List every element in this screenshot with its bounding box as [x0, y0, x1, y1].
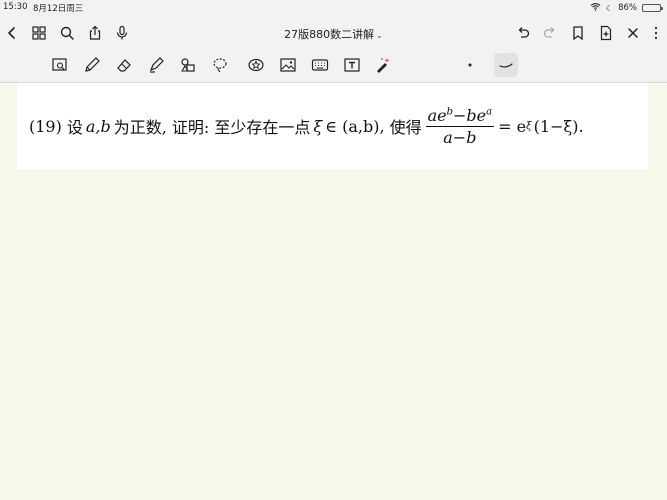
problem-fraction: aeb−bea a−b: [425, 105, 495, 147]
laser-pointer-icon[interactable]: [371, 53, 395, 77]
more-icon[interactable]: [645, 22, 667, 44]
lasso-icon[interactable]: [208, 53, 232, 77]
fraction-denominator: a−b: [443, 127, 477, 147]
problem-xi: ξ: [313, 116, 323, 136]
numerator-term-b: −be: [453, 105, 487, 125]
status-date: 8月12日周三: [33, 4, 84, 14]
add-page-icon[interactable]: [595, 22, 617, 44]
problem-rhs-exp: ξ: [526, 120, 532, 132]
eraser-icon[interactable]: [112, 53, 136, 77]
status-bar: 15:30 8月12日周三 ☾ 86%: [0, 0, 667, 14]
note-page[interactable]: (19) 设 a,b 为正数, 证明: 至少存在一点 ξ ∈ (a,b), 使得…: [17, 83, 648, 169]
problem-number: (19): [29, 116, 62, 136]
problem-vars: a,b: [85, 116, 111, 136]
problem-text-such-that: 使得: [389, 118, 422, 137]
highlighter-icon[interactable]: [144, 53, 168, 77]
undo-icon[interactable]: [512, 22, 534, 44]
status-time: 15:30: [3, 2, 28, 12]
problem-interval: ∈ (a,b),: [325, 116, 385, 136]
shapes-icon[interactable]: [176, 53, 200, 77]
document-title-text: 27版880数二讲解: [284, 28, 375, 41]
status-right: ☾ 86%: [590, 2, 663, 14]
nav-bar: 27版880数二讲解 ⌄: [0, 18, 667, 48]
battery-icon: [642, 4, 663, 12]
stroke-style-icon[interactable]: [494, 53, 518, 77]
pen-icon[interactable]: [80, 53, 104, 77]
battery-percent: 86%: [618, 3, 637, 13]
numerator-exp-a: a: [486, 106, 493, 118]
problem-rhs-eq: = e: [498, 116, 527, 136]
stroke-dot-icon[interactable]: [458, 53, 482, 77]
moon-icon: ☾: [605, 3, 614, 13]
text-box-icon[interactable]: [340, 53, 364, 77]
close-icon[interactable]: [622, 22, 644, 44]
zoom-window-icon[interactable]: [48, 53, 72, 77]
wifi-icon: [590, 2, 601, 14]
fraction-numerator: aeb−bea: [425, 105, 495, 127]
problem-rhs-tail: (1−ξ).: [533, 116, 584, 136]
bookmark-icon[interactable]: [567, 22, 589, 44]
keyboard-icon[interactable]: [308, 53, 332, 77]
numerator-term-a: ae: [427, 105, 447, 125]
problem-text-positive: 为正数, 证明: 至少存在一点: [113, 118, 311, 137]
sticker-icon[interactable]: [244, 53, 268, 77]
chevron-down-icon: ⌄: [376, 31, 383, 40]
app-chrome: 15:30 8月12日周三 ☾ 86% 27版880数二讲解 ⌄: [0, 0, 667, 83]
problem-19: (19) 设 a,b 为正数, 证明: 至少存在一点 ξ ∈ (a,b), 使得…: [29, 83, 584, 169]
image-icon[interactable]: [276, 53, 300, 77]
redo-icon[interactable]: [539, 22, 561, 44]
drawing-toolbar: [0, 50, 667, 80]
problem-text-set: 设: [66, 118, 83, 137]
